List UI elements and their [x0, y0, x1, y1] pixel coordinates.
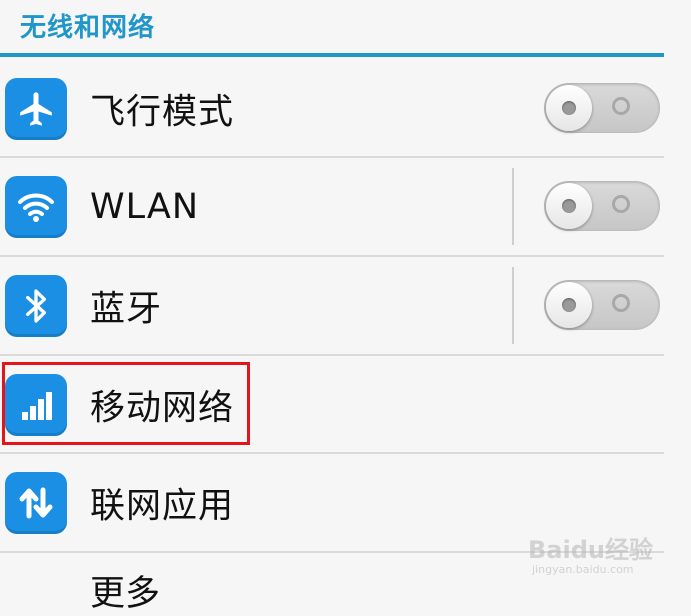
- bluetooth-icon: [5, 274, 67, 337]
- watermark-logo: Baidu经验: [528, 536, 653, 564]
- section-underline: [0, 53, 664, 57]
- toggle-knob: [546, 282, 592, 328]
- airplane-mode-toggle[interactable]: [544, 83, 660, 133]
- settings-row-more[interactable]: 更多: [90, 572, 160, 616]
- bluetooth-toggle[interactable]: [544, 280, 660, 330]
- settings-row-label: 飞行模式: [90, 92, 235, 132]
- toggle-off-indicator: [612, 97, 630, 115]
- settings-row-airplane-mode[interactable]: 飞行模式: [0, 60, 664, 157]
- vertical-divider: [512, 267, 514, 344]
- toggle-off-indicator: [612, 195, 630, 213]
- settings-row-label: 蓝牙: [90, 289, 163, 329]
- airplane-icon: [5, 77, 67, 140]
- wifi-icon: [5, 175, 67, 238]
- settings-row-bluetooth[interactable]: 蓝牙: [0, 257, 664, 354]
- watermark: Baidu经验 jingyan.baidu.com: [528, 530, 678, 580]
- toggle-off-indicator: [612, 294, 630, 312]
- settings-row-label: 联网应用: [90, 486, 235, 526]
- toggle-knob: [546, 85, 592, 131]
- up-down-arrows-icon: [5, 471, 67, 534]
- section-title: 无线和网络: [20, 13, 156, 43]
- vertical-divider: [512, 168, 514, 245]
- watermark-url: jingyan.baidu.com: [532, 563, 634, 576]
- toggle-knob: [546, 183, 592, 229]
- highlight-box: [2, 362, 250, 445]
- settings-row-label: WLAN: [90, 186, 200, 227]
- settings-row-wlan[interactable]: WLAN: [0, 158, 664, 255]
- wlan-toggle[interactable]: [544, 181, 660, 231]
